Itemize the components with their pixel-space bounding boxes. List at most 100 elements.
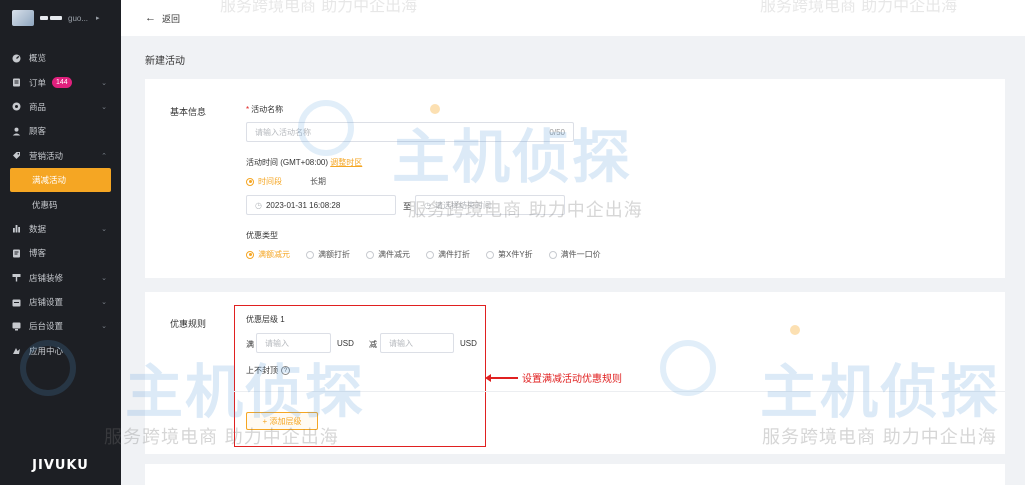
chevron-down-icon: ⌄ <box>101 274 107 282</box>
activity-time-label: 活动时间 (GMT+08:00) 调整时区 <box>246 157 362 168</box>
sidebar-item-overview[interactable]: 概览 <box>0 46 121 70</box>
sidebar-item-orders[interactable]: 订单 144 ⌄ <box>0 70 121 94</box>
store-icon <box>12 298 21 307</box>
radio-label: 满件减元 <box>378 250 410 259</box>
no-cap-label: 上不封顶 <box>246 366 278 375</box>
radio-label: 满额打折 <box>318 250 350 259</box>
sidebar-item-blog[interactable]: 博客 <box>0 241 121 265</box>
start-time-input[interactable]: ◷ 2023-01-31 16:08:28 <box>246 195 396 215</box>
sidebar-item-store-settings[interactable]: 店铺设置 ⌄ <box>0 290 121 314</box>
sidebar-item-products[interactable]: 商品 ⌄ <box>0 95 121 119</box>
sidebar-item-marketing[interactable]: 营销活动 ⌃ <box>0 144 121 168</box>
radio-qty-fixed-price[interactable]: 满件一口价 <box>548 249 601 260</box>
start-time-value: 2023-01-31 16:08:28 <box>265 200 341 210</box>
minus-label: 减 <box>369 340 377 349</box>
clock-icon: ◷ <box>255 200 262 210</box>
radio-label: 时间段 <box>258 177 282 186</box>
order-icon <box>12 78 21 87</box>
arrow-left-icon[interactable]: ← <box>145 12 156 24</box>
footer-logo: JIVUKU <box>32 457 89 473</box>
full-label: 满 <box>246 340 254 349</box>
radio-time-range[interactable]: 时间段 <box>246 176 282 187</box>
radio-nth-item-discount[interactable]: 第X件Y折 <box>486 249 533 260</box>
radio-label: 长期 <box>310 177 326 186</box>
annotation-text: 设置满减活动优惠规则 <box>522 374 622 385</box>
sidebar-item-label: 满减活动 <box>32 175 67 186</box>
brand-bars-icon <box>40 16 62 20</box>
threshold-amount-input[interactable]: 请输入 <box>256 333 331 353</box>
app-icon <box>12 346 21 355</box>
sidebar-item-label: 应用中心 <box>29 345 64 356</box>
chevron-down-icon: ⌄ <box>101 225 107 233</box>
reduce-amount-input[interactable]: 请输入 <box>380 333 454 353</box>
sidebar-item-label: 店铺装修 <box>29 272 64 283</box>
sidebar-item-decoration[interactable]: 店铺装修 ⌄ <box>0 266 121 290</box>
discount-type-label: 优惠类型 <box>246 231 278 240</box>
radio-label: 满件打折 <box>438 250 470 259</box>
time-type-radio-group: 时间段 长期 <box>246 176 326 187</box>
no-cap-option[interactable]: 上不封顶 ? <box>246 365 290 376</box>
sidebar-item-label: 博客 <box>29 248 47 259</box>
sidebar-subitem-full-reduction[interactable]: 满减活动 <box>10 167 111 193</box>
activity-name-input[interactable]: 请输入活动名称 0/50 <box>246 122 574 142</box>
clock-icon: ◷ <box>424 200 431 210</box>
sidebar-item-label: 顾客 <box>29 126 47 137</box>
chevron-down-icon: ⌄ <box>101 79 107 87</box>
radio-long-term[interactable]: 长期 <box>298 176 326 187</box>
currency-label-1: USD <box>337 339 354 348</box>
chevron-up-icon: ⌃ <box>101 152 107 160</box>
divider <box>234 391 1005 392</box>
chevron-down-icon: ⌄ <box>101 299 107 307</box>
dashboard-icon <box>12 54 21 63</box>
end-time-placeholder: 请选择结束时间 <box>434 200 491 210</box>
section-label-rules: 优惠规则 <box>170 319 207 329</box>
adjust-timezone-link[interactable]: 调整时区 <box>330 158 362 167</box>
sidebar-item-label: 优惠码 <box>32 199 58 210</box>
sidebar-item-data[interactable]: 数据 ⌄ <box>0 217 121 241</box>
activity-name-label: * 活动名称 <box>246 104 283 115</box>
sidebar-item-label: 营销活动 <box>29 150 64 161</box>
sidebar-item-label: 概览 <box>29 53 47 64</box>
radio-qty-reduce[interactable]: 满件减元 <box>366 249 410 260</box>
product-icon <box>12 102 21 111</box>
discount-type-radio-group: 满额减元 满额打折 满件减元 满件打折 第X件Y折 满件一口价 <box>246 249 601 260</box>
sidebar-item-app-center[interactable]: 应用中心 <box>0 339 121 363</box>
sidebar-subitem-coupon[interactable]: 优惠码 <box>0 192 121 216</box>
basic-info-card: 基本信息 * 活动名称 请输入活动名称 0/50 活动时间 (GMT+08:00)… <box>145 79 1005 278</box>
help-icon[interactable]: ? <box>281 366 290 375</box>
store-logo-icon <box>12 10 34 26</box>
store-name: guo... <box>68 13 89 23</box>
sidebar-item-customers[interactable]: 顾客 <box>0 119 121 143</box>
blog-icon <box>12 249 21 258</box>
radio-label: 第X件Y折 <box>498 250 533 259</box>
arrow-left-red-icon <box>485 373 518 382</box>
settings-icon <box>12 322 21 331</box>
activity-name-placeholder: 请输入活动名称 <box>255 127 311 137</box>
sidebar-nav: 概览 订单 144 ⌄ 商品 ⌄ 顾客 营销活动 ⌃ 满减活动 优惠码 数据 ⌄… <box>0 46 121 363</box>
back-link[interactable]: 返回 <box>162 12 180 25</box>
sidebar-item-label: 店铺设置 <box>29 297 64 308</box>
add-level-button[interactable]: + 添加层级 <box>246 412 318 430</box>
chart-icon <box>12 224 21 233</box>
end-time-input[interactable]: ◷ 请选择结束时间 <box>415 195 565 215</box>
radio-amount-reduce[interactable]: 满额减元 <box>246 249 290 260</box>
chevron-down-icon: ⌄ <box>101 323 107 331</box>
radio-label: 满额减元 <box>258 250 290 259</box>
sidebar-footer: JIVUKU <box>0 445 121 485</box>
topbar: ← 返回 <box>121 0 1025 36</box>
currency-label-2: USD <box>460 339 477 348</box>
radio-qty-discount[interactable]: 满件打折 <box>426 249 470 260</box>
user-icon <box>12 127 21 136</box>
section-label-basic: 基本信息 <box>170 107 207 117</box>
store-switcher[interactable]: guo... ▸ <box>0 0 121 36</box>
reduce-placeholder: 请输入 <box>389 338 413 348</box>
sidebar-item-label: 商品 <box>29 101 47 112</box>
required-mark: * <box>246 105 250 114</box>
sidebar-item-admin-settings[interactable]: 后台设置 ⌄ <box>0 314 121 338</box>
page-title: 新建活动 <box>145 56 185 67</box>
radio-amount-discount[interactable]: 满额打折 <box>306 249 350 260</box>
paint-icon <box>12 273 21 282</box>
sidebar-item-label: 订单 <box>29 77 47 88</box>
annotation-callout: 设置满减活动优惠规则 <box>485 370 622 385</box>
caret-right-icon: ▸ <box>96 15 100 22</box>
